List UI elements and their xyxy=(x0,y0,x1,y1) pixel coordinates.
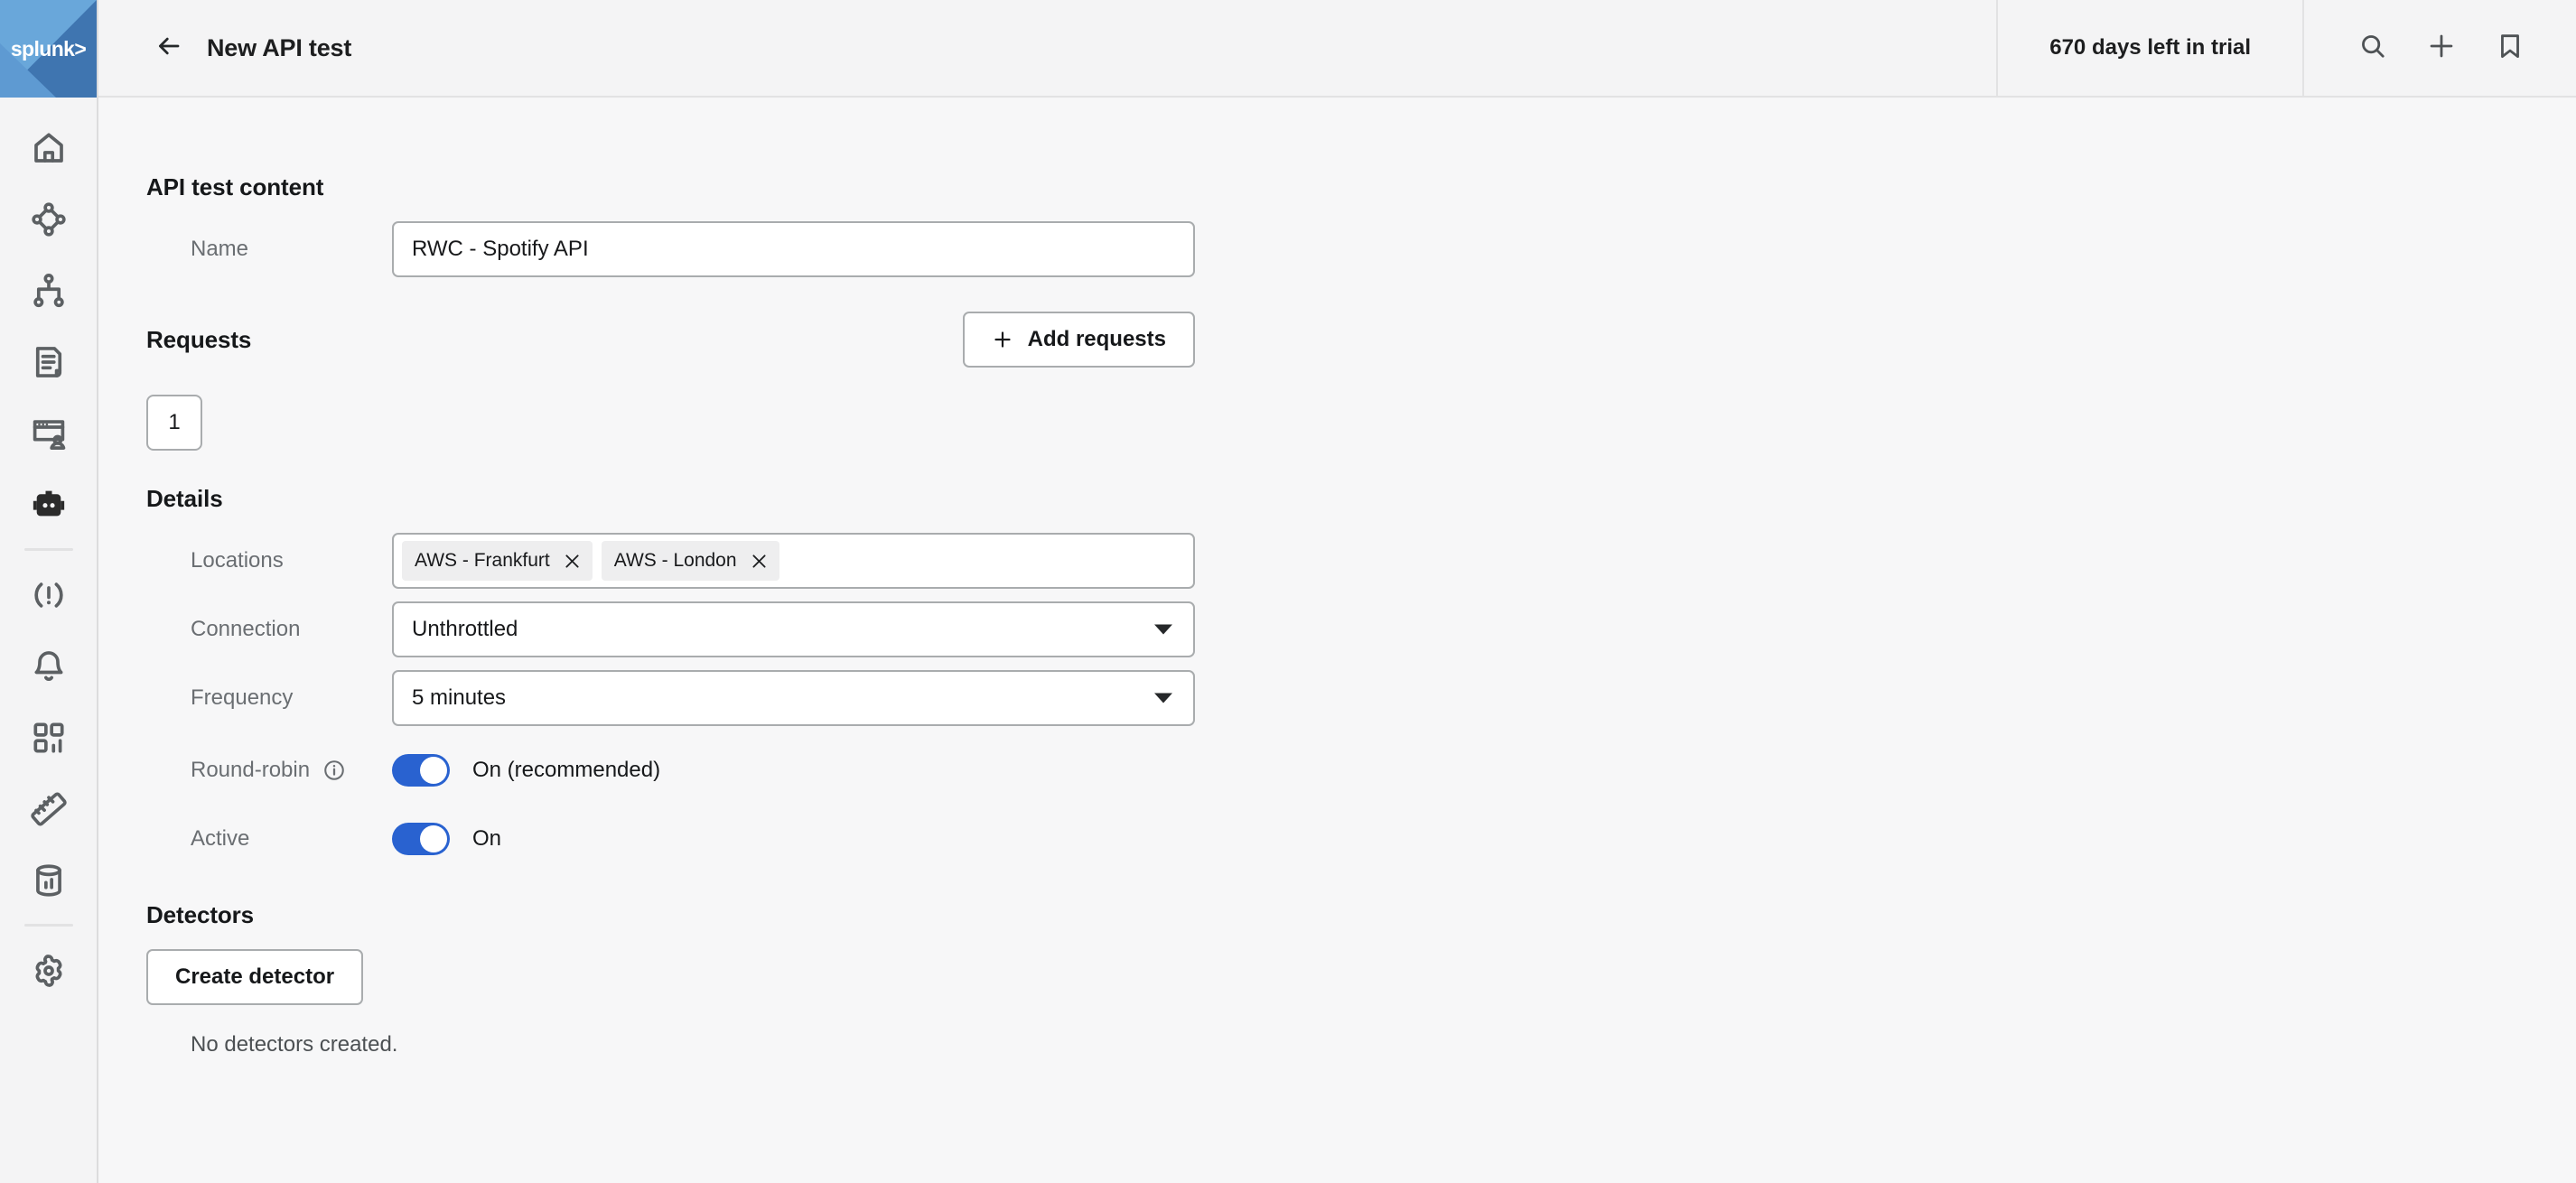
main-content: API test content Name Requests xyxy=(100,99,2576,1183)
section-title-requests: Requests xyxy=(146,325,252,353)
round-robin-state-label: On (recommended) xyxy=(472,758,661,782)
locations-label: Locations xyxy=(191,548,284,573)
locations-control: AWS - Frankfurt AWS - London xyxy=(392,533,1195,589)
frequency-control: 5 minutes xyxy=(392,670,1195,726)
robot-icon xyxy=(30,486,68,524)
detectors-empty-message: No detectors created. xyxy=(191,1032,398,1057)
sidebar-item-log-observer[interactable] xyxy=(0,326,97,397)
info-icon[interactable] xyxy=(322,759,346,782)
name-control xyxy=(392,221,1195,277)
alert-parens-icon xyxy=(30,576,68,614)
close-icon[interactable] xyxy=(750,552,769,571)
connection-select[interactable]: Unthrottled xyxy=(392,601,1195,657)
request-step-1[interactable]: 1 xyxy=(146,395,202,451)
active-state-label: On xyxy=(472,826,502,851)
close-icon[interactable] xyxy=(563,552,582,571)
section-title-api-test-content: API test content xyxy=(146,173,324,200)
home-icon xyxy=(30,129,68,167)
sidebar-item-service-map[interactable] xyxy=(0,255,97,326)
field-row-round-robin: Round-robin On (recommended) xyxy=(146,742,2576,798)
add-requests-label: Add requests xyxy=(1027,327,1166,351)
toggle-knob xyxy=(420,825,447,852)
locations-multiselect[interactable]: AWS - Frankfurt AWS - London xyxy=(392,533,1195,589)
sidebar-divider-top xyxy=(23,548,73,551)
frequency-selected-value: 5 minutes xyxy=(412,685,507,710)
back-arrow-icon[interactable] xyxy=(155,33,182,64)
round-robin-toggle[interactable] xyxy=(392,754,450,787)
bookmark-icon[interactable] xyxy=(2496,32,2525,65)
sidebar-item-alerts[interactable] xyxy=(0,630,97,702)
plus-icon[interactable] xyxy=(2427,32,2456,65)
sidebar-item-data[interactable] xyxy=(0,844,97,916)
search-icon[interactable] xyxy=(2358,32,2387,65)
location-chip: AWS - London xyxy=(601,541,779,581)
round-robin-label: Round-robin xyxy=(191,758,311,782)
network-nodes-icon xyxy=(30,200,68,238)
section-title-detectors: Detectors xyxy=(146,901,255,928)
connection-selected-value: Unthrottled xyxy=(412,617,518,641)
sidebar-divider-bottom xyxy=(23,924,73,927)
toggle-knob xyxy=(420,757,447,784)
requests-step-list: 1 xyxy=(146,395,2576,451)
sidebar-item-settings[interactable] xyxy=(0,935,97,1006)
add-requests-button[interactable]: Add requests xyxy=(962,312,1195,368)
sidebar-item-rum[interactable] xyxy=(0,397,97,469)
field-row-active: Active On xyxy=(146,811,2576,867)
document-log-icon xyxy=(30,343,68,381)
field-row-name: Name xyxy=(146,221,2576,277)
page-title: New API test xyxy=(207,33,352,61)
chevron-down-icon xyxy=(1154,624,1172,635)
location-chip-label: AWS - Frankfurt xyxy=(415,550,550,571)
dashboard-grid-icon xyxy=(30,719,68,757)
trial-days-label: 670 days left in trial xyxy=(2049,35,2251,60)
field-row-locations: Locations AWS - Frankfurt AWS - London xyxy=(146,533,2576,589)
name-input[interactable] xyxy=(392,221,1195,277)
chevron-down-icon xyxy=(1154,693,1172,703)
top-header: New API test 670 days left in trial xyxy=(98,0,2576,98)
header-left-group: New API test xyxy=(98,0,1996,96)
bell-icon xyxy=(30,647,68,685)
gear-icon xyxy=(30,952,68,990)
ruler-icon xyxy=(30,790,68,828)
field-row-connection: Connection Unthrottled xyxy=(146,601,2576,657)
hierarchy-icon xyxy=(30,272,68,310)
active-toggle[interactable] xyxy=(392,823,450,855)
requests-header: Requests Add requests xyxy=(146,312,1195,368)
frequency-label: Frequency xyxy=(191,685,294,710)
sidebar-item-incidents[interactable] xyxy=(0,559,97,630)
splunk-logo[interactable]: splunk> xyxy=(0,0,97,98)
browser-user-icon xyxy=(30,415,68,452)
connection-label: Connection xyxy=(191,617,301,641)
sidebar-item-home[interactable] xyxy=(0,112,97,183)
field-row-frequency: Frequency 5 minutes xyxy=(146,670,2576,726)
app-root: splunk> New API test 670 days left in tr… xyxy=(0,0,2576,1183)
round-robin-label-group: Round-robin xyxy=(146,758,392,783)
round-robin-control: On (recommended) xyxy=(392,754,660,787)
header-action-group xyxy=(2304,0,2576,96)
frequency-select[interactable]: 5 minutes xyxy=(392,670,1195,726)
sidebar-nav-list xyxy=(0,98,97,1006)
active-label: Active xyxy=(191,826,250,851)
plus-icon xyxy=(992,329,1013,350)
location-chip: AWS - Frankfurt xyxy=(402,541,593,581)
location-chip-label: AWS - London xyxy=(613,550,737,571)
create-detector-label: Create detector xyxy=(175,964,335,989)
sidebar-item-synthetics[interactable] xyxy=(0,469,97,540)
splunk-wordmark: splunk> xyxy=(10,36,87,61)
sidebar-item-apm[interactable] xyxy=(0,183,97,255)
active-control: On xyxy=(392,823,501,855)
section-title-details: Details xyxy=(146,485,223,512)
create-detector-button[interactable]: Create detector xyxy=(146,949,364,1005)
sidebar-item-dashboards[interactable] xyxy=(0,702,97,773)
trial-status: 670 days left in trial xyxy=(1996,0,2304,96)
sidebar-item-metrics[interactable] xyxy=(0,773,97,844)
name-label: Name xyxy=(191,237,249,261)
primary-sidebar: splunk> xyxy=(0,0,98,1183)
database-icon xyxy=(30,862,68,899)
connection-control: Unthrottled xyxy=(392,601,1195,657)
